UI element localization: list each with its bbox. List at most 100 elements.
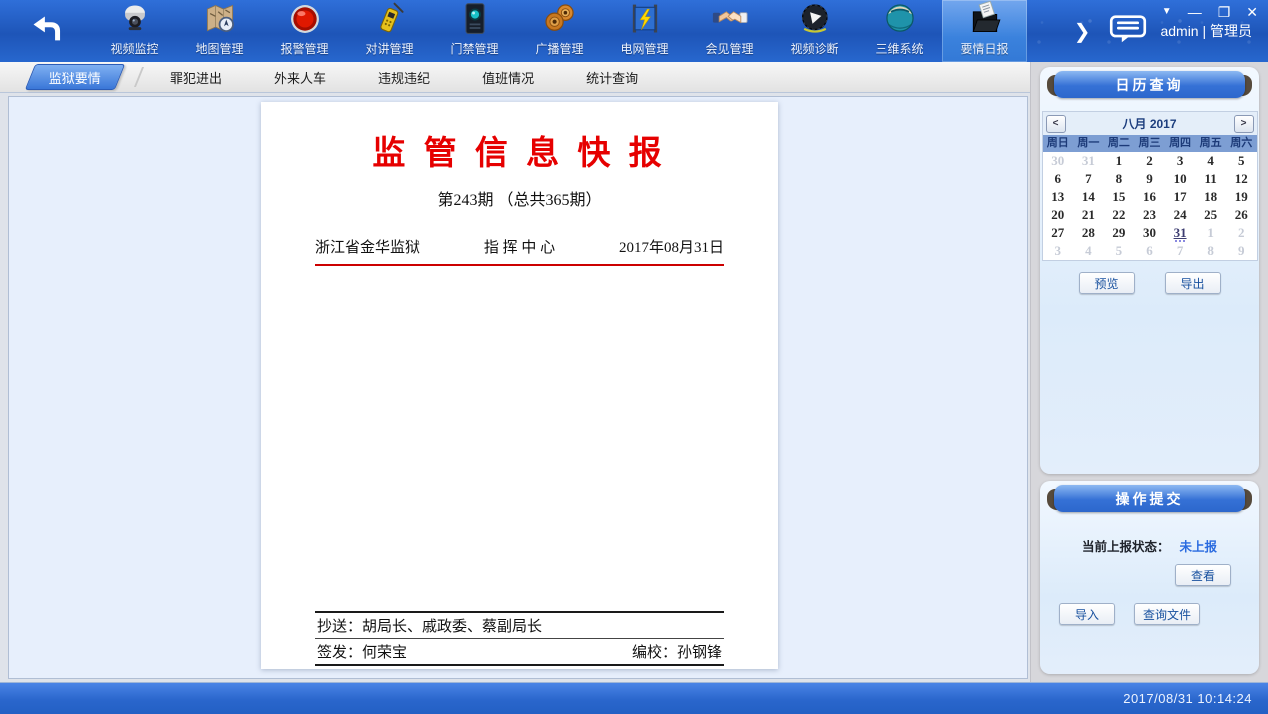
calendar-day[interactable]: 1 (1104, 152, 1135, 170)
toolbar-item-access-control[interactable]: 门禁管理 (432, 0, 517, 62)
calendar-day[interactable]: 4 (1073, 242, 1104, 260)
calendar-day[interactable]: 5 (1104, 242, 1135, 260)
calendar-day[interactable]: 28 (1073, 224, 1104, 242)
toolbar-item-broadcast-management[interactable]: 广播管理 (517, 0, 602, 62)
calendar-day[interactable]: 1 (1195, 224, 1226, 242)
calendar-day[interactable]: 27 (1043, 224, 1074, 242)
calendar-day[interactable]: 30 (1134, 224, 1165, 242)
calendar-day[interactable]: 13 (1043, 188, 1074, 206)
calendar-day[interactable]: 16 (1134, 188, 1165, 206)
toolbar-item-3d-system[interactable]: 三维系统 (857, 0, 942, 62)
calendar-day[interactable]: 11 (1195, 170, 1226, 188)
calendar-grid: 3031123456789101112131415161718192021222… (1043, 152, 1257, 260)
calendar-day[interactable]: 7 (1165, 242, 1196, 260)
view-button[interactable]: 查看 (1175, 564, 1231, 586)
tab-violations[interactable]: 违规违纪 (352, 62, 456, 92)
calendar-day[interactable]: 5 (1226, 152, 1257, 170)
toolbar-item-video-diagnosis[interactable]: 视频诊断 (772, 0, 857, 62)
message-icon[interactable] (1108, 14, 1148, 49)
report-meta-row: 浙江省金华监狱 指 挥 中 心 2017年08月31日 (315, 236, 724, 266)
calendar-day[interactable]: 6 (1043, 170, 1074, 188)
toolbar-item-video-surveillance[interactable]: 视频监控 (92, 0, 177, 62)
toolbar-item-powergrid-management[interactable]: 电网管理 (602, 0, 687, 62)
report-sign-row: 签发：何荣宝 编校：孙钢锋 (315, 638, 724, 664)
calendar-day[interactable]: 8 (1104, 170, 1135, 188)
tab-duty-status[interactable]: 值班情况 (456, 62, 560, 92)
back-button[interactable] (0, 0, 92, 62)
minimize-icon[interactable]: — (1188, 5, 1202, 19)
toolbar-item-label: 门禁管理 (450, 40, 498, 57)
calendar-day-selected[interactable]: 31 (1165, 224, 1196, 242)
preview-button[interactable]: 预览 (1079, 272, 1135, 294)
calendar-day[interactable]: 29 (1104, 224, 1135, 242)
calendar-day[interactable]: 24 (1165, 206, 1196, 224)
calendar-day[interactable]: 10 (1165, 170, 1196, 188)
calendar-day[interactable]: 9 (1134, 170, 1165, 188)
calendar-day[interactable]: 26 (1226, 206, 1257, 224)
calendar-day[interactable]: 9 (1226, 242, 1257, 260)
toolbar-item-meeting-management[interactable]: 会见管理 (687, 0, 772, 62)
calendar-next-month-button[interactable]: > (1234, 115, 1254, 133)
calendar-day[interactable]: 14 (1073, 188, 1104, 206)
calendar-day[interactable]: 12 (1226, 170, 1257, 188)
calendar-day-header: 周五 (1195, 135, 1226, 152)
expand-more-icon[interactable]: ❯ (1074, 19, 1091, 44)
map-icon (201, 0, 239, 38)
calendar-day[interactable]: 22 (1104, 206, 1135, 224)
calendar-week-row: 13141516171819 (1043, 188, 1257, 206)
toolbar-item-map-management[interactable]: 地图管理 (177, 0, 262, 62)
toolbar-item-intercom-management[interactable]: 对讲管理 (347, 0, 432, 62)
door-access-icon (456, 0, 494, 38)
collapse-icon[interactable]: ▼ (1162, 5, 1172, 19)
toolbar-item-label: 要情日报 (960, 40, 1008, 57)
toolbar-item-label: 对讲管理 (365, 40, 413, 57)
report-cc-row: 抄送：胡局长、戚政委、蔡副局长 (315, 611, 724, 638)
calendar-day[interactable]: 3 (1043, 242, 1074, 260)
calendar-day[interactable]: 17 (1165, 188, 1196, 206)
calendar-day[interactable]: 8 (1195, 242, 1226, 260)
tab-visitor-vehicles[interactable]: 外来人车 (248, 62, 352, 92)
tab-divider (134, 67, 144, 87)
tab-inmate-in-out[interactable]: 罪犯进出 (144, 62, 248, 92)
maximize-icon[interactable]: ❐ (1218, 5, 1231, 19)
report-org: 浙江省金华监狱 (315, 236, 420, 257)
query-file-button[interactable]: 查询文件 (1134, 603, 1200, 625)
globe-icon (881, 0, 919, 38)
clock-timestamp: 2017/08/31 10:14:24 (1123, 691, 1252, 706)
calendar-day[interactable]: 31 (1073, 152, 1104, 170)
calendar-day[interactable]: 4 (1195, 152, 1226, 170)
calendar-day[interactable]: 20 (1043, 206, 1074, 224)
calendar-day[interactable]: 25 (1195, 206, 1226, 224)
handshake-icon (711, 0, 749, 38)
calendar-day[interactable]: 6 (1134, 242, 1165, 260)
toolbar-item-label: 广播管理 (535, 40, 583, 57)
import-button[interactable]: 导入 (1059, 603, 1115, 625)
calendar-day[interactable]: 2 (1134, 152, 1165, 170)
calendar-day[interactable]: 23 (1134, 206, 1165, 224)
camera-icon (116, 0, 154, 38)
tab-bar: 监狱要情罪犯进出外来人车违规违纪值班情况统计查询 (0, 62, 1030, 93)
calendar-day[interactable]: 7 (1073, 170, 1104, 188)
toolbar-item-alarm-management[interactable]: 报警管理 (262, 0, 347, 62)
calendar-day-header: 周三 (1134, 135, 1165, 152)
calendar-day[interactable]: 19 (1226, 188, 1257, 206)
calendar-day-header: 周日 (1043, 135, 1074, 152)
toolbar-item-label: 三维系统 (875, 40, 923, 57)
close-icon[interactable]: ✕ (1246, 5, 1258, 19)
calendar-day[interactable]: 21 (1073, 206, 1104, 224)
tab-statistics-query[interactable]: 统计查询 (560, 62, 664, 92)
report-editor-line: 编校：孙钢锋 (632, 641, 722, 662)
calendar-day[interactable]: 18 (1195, 188, 1226, 206)
body-row: 监狱要情罪犯进出外来人车违规违纪值班情况统计查询 监 管 信 息 快 报 第24… (0, 62, 1268, 682)
calendar-day[interactable]: 2 (1226, 224, 1257, 242)
report-date: 2017年08月31日 (619, 236, 724, 257)
calendar-prev-month-button[interactable]: < (1046, 115, 1066, 133)
calendar-buttons-row: 预览 导出 (1040, 272, 1259, 294)
export-button[interactable]: 导出 (1165, 272, 1221, 294)
logged-in-user-label: admin | 管理员 (1160, 21, 1252, 41)
calendar-day[interactable]: 15 (1104, 188, 1135, 206)
calendar-day[interactable]: 3 (1165, 152, 1196, 170)
calendar-day[interactable]: 30 (1043, 152, 1074, 170)
tab-prison-briefing[interactable]: 监狱要情 (25, 64, 126, 90)
toolbar-item-daily-report[interactable]: 要情日报 (942, 0, 1027, 62)
